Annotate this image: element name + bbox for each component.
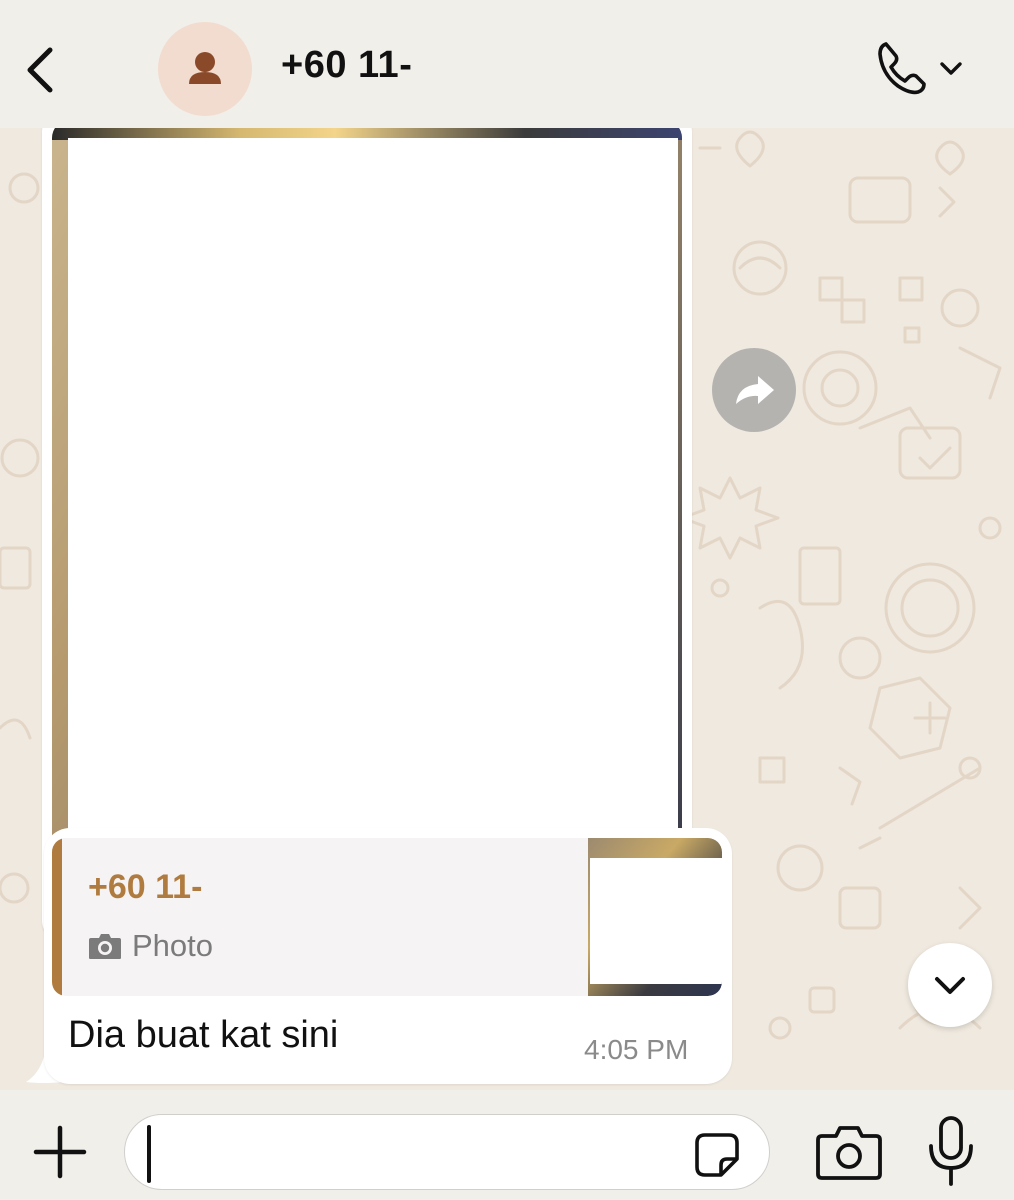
call-button[interactable] (872, 36, 972, 100)
image-message-bubble[interactable] (42, 128, 692, 944)
camera-icon (89, 934, 121, 959)
reply-message-bubble[interactable]: +60 11- Photo Dia buat kat sini 4:05 PM (44, 828, 732, 1084)
quoted-type: Photo (88, 926, 213, 966)
chevron-down-icon (935, 977, 965, 994)
person-icon (189, 52, 221, 84)
chat-header: +60 11- (0, 0, 1014, 128)
message-input[interactable] (124, 1114, 770, 1190)
message-timestamp: 4:05 PM (584, 1034, 689, 1065)
chat-area[interactable]: +60 11- Photo Dia buat kat sini 4:05 PM (0, 128, 1014, 1090)
message-composer (0, 1090, 1014, 1200)
chevron-down-icon (940, 62, 962, 75)
quoted-message[interactable]: +60 11- Photo (52, 838, 722, 996)
camera-icon (816, 1126, 882, 1180)
sticker-button[interactable] (691, 1129, 743, 1181)
chevron-left-icon (27, 47, 53, 93)
forward-button[interactable] (712, 348, 796, 432)
sticker-icon (695, 1133, 739, 1177)
attach-button[interactable] (28, 1120, 92, 1184)
photo-redacted-area (68, 138, 678, 908)
quoted-sender: +60 11- (88, 868, 203, 906)
back-button[interactable] (18, 40, 64, 100)
plus-icon (33, 1125, 87, 1179)
microphone-icon (929, 1116, 973, 1186)
thumbnail-redacted-area (590, 858, 722, 984)
microphone-button[interactable] (924, 1114, 978, 1190)
scroll-to-bottom-button[interactable] (908, 943, 992, 1027)
contact-name[interactable]: +60 11- (281, 44, 412, 87)
phone-icon (878, 42, 926, 95)
photo-attachment[interactable] (52, 128, 682, 930)
camera-button[interactable] (814, 1122, 884, 1182)
forward-arrow-icon (736, 376, 774, 404)
quote-accent-bar (52, 838, 62, 996)
quoted-type-label: Photo (132, 928, 214, 963)
text-cursor (147, 1125, 151, 1183)
message-text: Dia buat kat sini (68, 1014, 339, 1056)
contact-avatar[interactable] (158, 22, 252, 116)
quoted-photo-thumbnail (588, 838, 722, 996)
